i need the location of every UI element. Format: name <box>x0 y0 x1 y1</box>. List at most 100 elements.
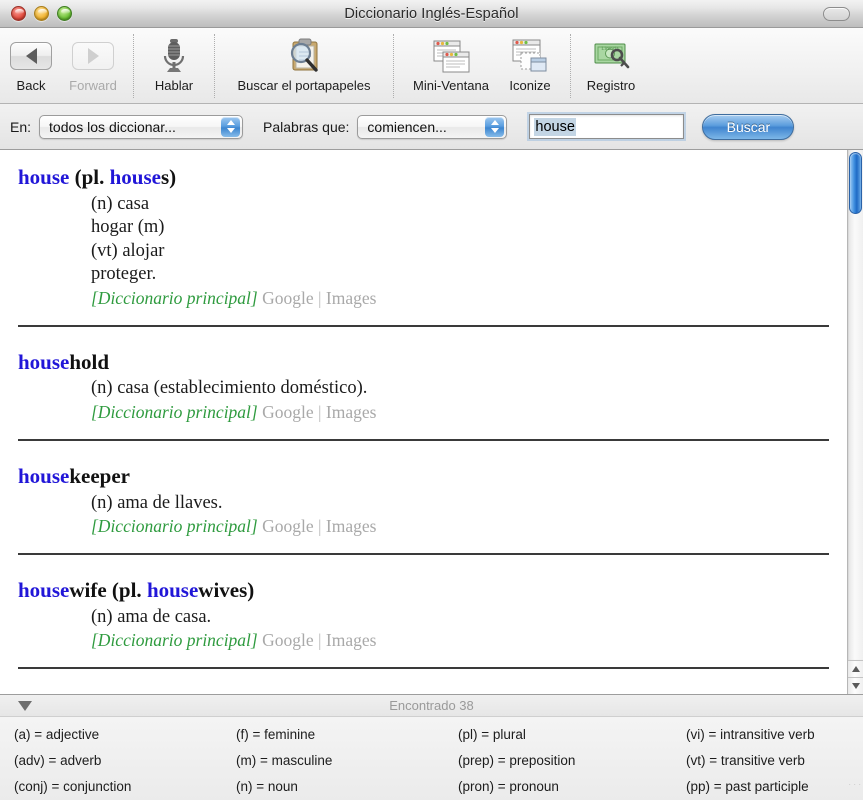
toolbar-separator <box>393 34 394 98</box>
match-select-value: comiencen... <box>367 118 447 135</box>
toolbar-clipboard-search-button[interactable]: Buscar el portapapeles <box>224 32 384 93</box>
scroll-down-button[interactable] <box>848 677 863 694</box>
minimize-button[interactable] <box>34 6 49 21</box>
link-separator: | <box>313 516 326 537</box>
toolbar-separator <box>133 34 134 98</box>
dictionary-select-label: En: <box>10 118 32 135</box>
entry-source-line: [Diccionario principal] Google | Images <box>91 629 829 652</box>
resize-grip[interactable] <box>846 784 861 799</box>
entry-source-name: [Diccionario principal] <box>91 287 258 308</box>
headword-rest: keeper <box>69 463 131 488</box>
headword-match: house <box>18 577 70 602</box>
close-button[interactable] <box>11 6 26 21</box>
entry-headword: house (pl. houses) <box>18 164 829 191</box>
toolbar-iconize-button[interactable]: Iconize <box>499 32 561 93</box>
match-select[interactable]: comiencen... <box>357 114 508 139</box>
vertical-scrollbar[interactable] <box>847 150 863 694</box>
chevron-updown-icon <box>221 116 241 137</box>
link-separator: | <box>313 401 326 422</box>
legend-entry: (vi) = intransitive verb <box>686 727 815 742</box>
toolbar-clipboard-label: Buscar el portapapeles <box>237 78 371 93</box>
main-toolbar: Back Forward Hablar Buscar el portapapel… <box>0 28 863 104</box>
headword-rest: (pl. <box>69 165 110 189</box>
entry-definition: proteger. <box>91 264 157 285</box>
toolbar-forward-button[interactable]: Forward <box>62 32 124 93</box>
entry-definition: (n) ama de casa. <box>91 606 212 627</box>
dictionary-entry: housekeeper (n) ama de llaves. [Diccionari… <box>0 463 847 538</box>
entry-separator <box>18 552 829 555</box>
scrollbar-buttons <box>848 660 863 694</box>
entry-definition: hogar (m) <box>91 217 165 238</box>
match-select-label: Palabras que: <box>263 118 350 135</box>
found-count-label: Encontrado 38 <box>389 698 474 713</box>
clipboard-search-icon <box>282 35 326 77</box>
forward-arrow-icon <box>72 35 114 77</box>
link-separator: | <box>313 287 326 308</box>
status-bar: Encontrado 38 <box>0 695 863 717</box>
dictionary-entry: house (pl. houses) (n) casa hogar (m) (vt) … <box>0 164 847 310</box>
abbreviation-legend: (a) = adjective (f) = feminine (pl) = plur… <box>0 717 863 800</box>
external-link-images[interactable]: Images <box>326 630 377 650</box>
external-link-images[interactable]: Images <box>326 402 377 422</box>
external-link-images[interactable]: Images <box>326 516 377 536</box>
zoom-button[interactable] <box>57 6 72 21</box>
headword-rest: hold <box>69 349 110 374</box>
scrollbar-thumb[interactable] <box>849 152 862 214</box>
back-arrow-icon <box>10 35 52 77</box>
toolbar-forward-label: Forward <box>69 78 117 93</box>
dictionary-entry: household (n) casa (establecimiento domés… <box>0 349 847 424</box>
entry-source-name: [Diccionario principal] <box>91 630 258 651</box>
search-input[interactable]: house <box>529 114 685 139</box>
search-submit-button[interactable]: Buscar <box>702 113 795 140</box>
window-titlebar: Diccionario Inglés-Español <box>0 0 863 28</box>
toolbar-registro-label: Registro <box>586 78 636 93</box>
entry-separator <box>18 666 829 669</box>
headword-rest: wives) <box>198 577 255 602</box>
external-link-google[interactable]: Google <box>262 516 314 536</box>
toolbar-back-button[interactable]: Back <box>0 32 62 93</box>
entry-definition: (n) casa (establecimiento doméstico). <box>91 378 368 399</box>
legend-entry: (m) = masculine <box>236 753 333 768</box>
toolbar-hablar-button[interactable]: Hablar <box>143 32 205 93</box>
stacked-windows-icon <box>429 35 473 77</box>
entry-definition: (n) ama de llaves. <box>91 492 223 513</box>
headword-match: house <box>18 349 70 374</box>
external-link-images[interactable]: Images <box>326 288 377 308</box>
link-separator: | <box>313 630 326 651</box>
toolbar-registro-button[interactable]: Licencia Registro <box>580 32 642 93</box>
search-bar: En: todos los diccionar... Palabras que:… <box>0 104 863 150</box>
headword-match: house <box>109 165 161 189</box>
entry-headword: housewife (pl. housewives) <box>18 577 829 604</box>
legend-entry: (adv) = adverb <box>14 753 102 768</box>
results-area: house (pl. houses) (n) casa hogar (m) (vt) … <box>0 150 863 695</box>
legend-entry: (vt) = transitive verb <box>686 753 805 768</box>
external-link-google[interactable]: Google <box>262 288 314 308</box>
headword-rest: s) <box>160 165 177 189</box>
entry-definition: (vt) alojar <box>91 240 165 261</box>
scrollbar-track[interactable] <box>848 150 863 660</box>
chevron-updown-icon <box>485 116 505 137</box>
legend-entry: (prep) = preposition <box>458 753 576 768</box>
iconize-windows-icon <box>508 35 552 77</box>
toolbar-mini-window-label: Mini-Ventana <box>413 78 489 93</box>
entry-source-name: [Diccionario principal] <box>91 516 258 537</box>
dictionary-select-value: todos los diccionar... <box>49 118 176 135</box>
microphone-icon <box>159 35 189 77</box>
scroll-up-button[interactable] <box>848 660 863 677</box>
entry-separator <box>18 438 829 441</box>
entry-definition: (n) casa <box>91 193 150 214</box>
toolbar-separator <box>214 34 215 98</box>
external-link-google[interactable]: Google <box>262 402 314 422</box>
toolbar-separator <box>570 34 571 98</box>
toolbar-toggle-button[interactable] <box>823 7 850 21</box>
entry-source-line: [Diccionario principal] Google | Images <box>91 287 829 310</box>
toolbar-mini-window-button[interactable]: Mini-Ventana <box>403 32 499 93</box>
headword-match: house <box>18 165 70 189</box>
legend-entry: (n) = noun <box>236 779 298 794</box>
license-key-icon: Licencia <box>591 35 631 77</box>
dictionary-select[interactable]: todos los diccionar... <box>39 114 244 139</box>
window-controls <box>11 6 72 21</box>
legend-entry: (pl) = plural <box>458 727 526 742</box>
external-link-google[interactable]: Google <box>262 630 314 650</box>
dictionary-window: Diccionario Inglés-Español Back Forward <box>0 0 863 800</box>
